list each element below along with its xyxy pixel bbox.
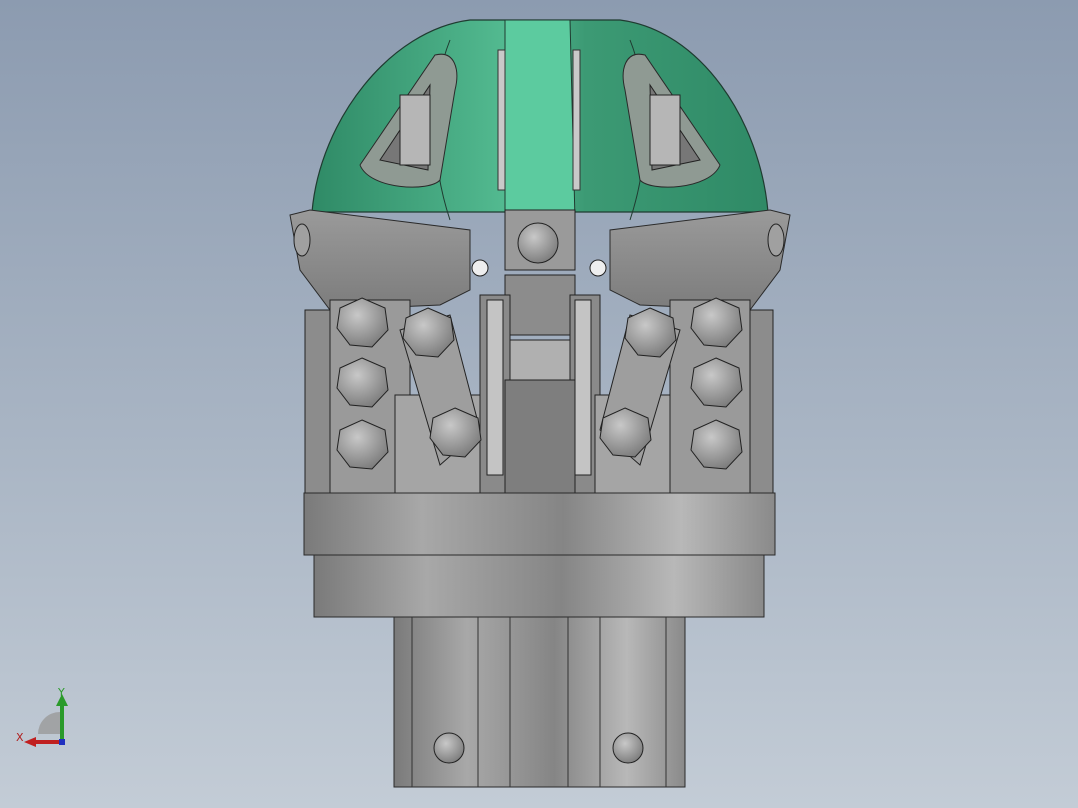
gripper-model[interactable] [0,0,1078,808]
y-axis-label: Y [58,686,65,699]
dome-cage [311,19,769,221]
x-axis-label: X [16,731,24,744]
graphics-viewport[interactable]: Y X [0,0,1078,808]
mounting-shaft [393,616,686,788]
base-flange [303,492,776,618]
